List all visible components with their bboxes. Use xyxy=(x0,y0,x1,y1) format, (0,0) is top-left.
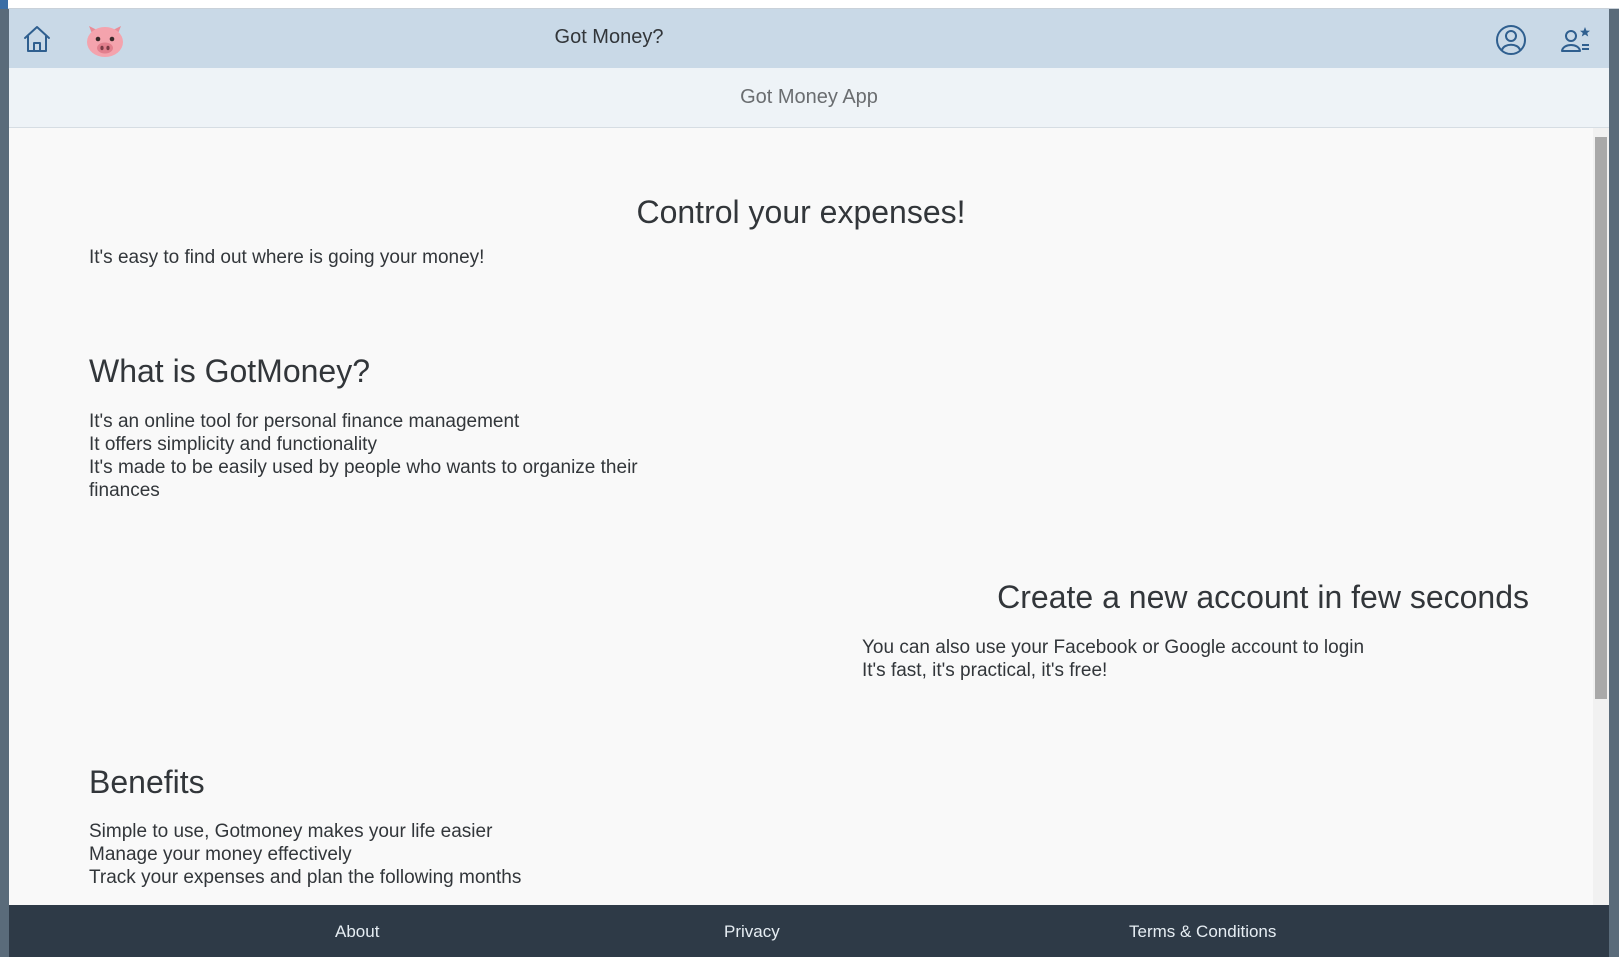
what-is-line: It's an online tool for personal finance… xyxy=(89,411,520,432)
footer: About Privacy Terms & Conditions xyxy=(9,905,1609,957)
user-button[interactable] xyxy=(1494,23,1528,57)
what-is-text: It's an online tool for personal finance… xyxy=(89,410,689,502)
browser-top-edge xyxy=(0,0,1619,9)
shell-bar: Got Money? xyxy=(9,9,1609,68)
user-favorites-icon xyxy=(1561,27,1590,52)
benefits-line: Track your expenses and plan the followi… xyxy=(89,867,522,888)
what-is-line: It's made to be easily used by people wh… xyxy=(89,457,638,501)
benefits-line: Simple to use, Gotmoney makes your life … xyxy=(89,821,493,842)
create-account-line: You can also use your Facebook or Google… xyxy=(862,637,1365,658)
footer-about-link[interactable]: About xyxy=(335,922,379,942)
user-favorites-button[interactable] xyxy=(1558,23,1592,57)
create-account-line: It's fast, it's practical, it's free! xyxy=(862,660,1108,681)
footer-privacy-link[interactable]: Privacy xyxy=(724,922,780,942)
content-scrollbar[interactable] xyxy=(1593,128,1609,905)
window-accent xyxy=(0,0,8,9)
user-circle-icon xyxy=(1496,25,1526,55)
footer-terms-link[interactable]: Terms & Conditions xyxy=(1129,922,1276,942)
benefits-text: Simple to use, Gotmoney makes your life … xyxy=(89,820,789,889)
what-is-title: What is GotMoney? xyxy=(89,353,370,389)
scrollbar-thumb[interactable] xyxy=(1595,137,1607,699)
main-content: Control your expenses! It's easy to find… xyxy=(9,128,1593,905)
hero-text: It's easy to find out where is going you… xyxy=(89,247,485,268)
benefits-title: Benefits xyxy=(89,764,205,800)
benefits-line: Manage your money effectively xyxy=(89,844,352,865)
hero-title: Control your expenses! xyxy=(636,194,966,230)
create-account-text: You can also use your Facebook or Google… xyxy=(862,636,1562,682)
app-window: Got Money? Got Money App Control your ex… xyxy=(9,9,1609,957)
what-is-line: It offers simplicity and functionality xyxy=(89,434,377,455)
create-account-title: Create a new account in few seconds xyxy=(997,579,1529,615)
page-subheader: Got Money App xyxy=(9,68,1609,128)
app-title: Got Money? xyxy=(554,26,664,48)
